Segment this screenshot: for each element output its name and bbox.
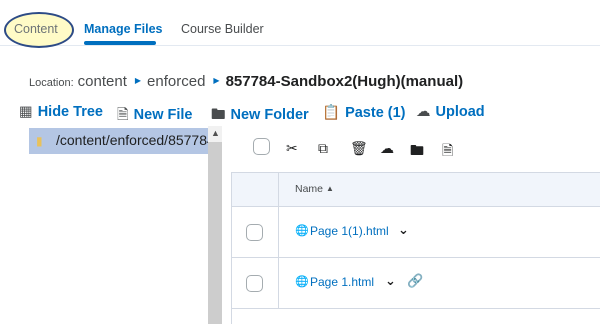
breadcrumb-item-content[interactable]: content xyxy=(78,73,127,90)
delete-trash-icon[interactable]: 🗑 xyxy=(350,140,368,157)
upload-cloud-icon[interactable]: ☁ xyxy=(380,140,394,157)
chevron-down-icon[interactable]: ⌄ xyxy=(385,273,396,289)
file-list-panel: ✂ ⧉ 🗑 ☁ 🖿 🗎 Name ▲ 🌐 Page 1(1).html ⌄ 🌐 P… xyxy=(222,126,600,324)
table-row: 🌐 Page 1.html ⌄ 🔗 xyxy=(232,258,600,309)
row-checkbox[interactable] xyxy=(246,224,263,241)
tab-manage-files[interactable]: Manage Files xyxy=(84,22,163,36)
name-header-label: Name xyxy=(295,183,324,195)
scrollbar-up-button[interactable]: ▲ xyxy=(208,126,222,142)
chevron-down-icon[interactable]: ⌄ xyxy=(398,222,409,238)
tree-item-label: /content/enforced/857784-Sandbox2(Hugh)(… xyxy=(56,132,208,148)
new-file-label: New File xyxy=(133,107,193,123)
new-folder-label: New Folder xyxy=(230,107,309,123)
upload-cloud-icon: ☁ xyxy=(416,104,431,120)
paste-button[interactable]: 📋 Paste (1) xyxy=(322,104,406,121)
breadcrumb-separator-icon: ▶ xyxy=(134,76,142,85)
copy-icon[interactable]: ⧉ xyxy=(318,140,328,157)
upload-label: Upload xyxy=(435,104,485,120)
hide-tree-icon: ▦ xyxy=(19,104,33,120)
tab-content[interactable]: Content xyxy=(14,22,58,36)
name-column-header[interactable]: Name ▲ xyxy=(295,183,334,195)
breadcrumb: Location: content ▶ enforced ▶ 857784-Sandbox… xyxy=(29,73,463,90)
paste-label: Paste (1) xyxy=(345,105,406,121)
edit-file-icon[interactable]: 🗎 xyxy=(442,140,453,164)
scroll-up-arrow-icon: ▲ xyxy=(211,128,220,138)
breadcrumb-separator-icon: ▶ xyxy=(213,76,220,85)
top-tab-bar: Content Manage Files Course Builder xyxy=(0,0,600,48)
column-divider xyxy=(278,173,279,207)
file-name-link[interactable]: Page 1.html xyxy=(310,275,374,289)
file-toolbar: ▦ Hide Tree 🗎 New File 🖿 New Folder 📋 Paste … xyxy=(0,104,600,124)
folder-icon: ▮ xyxy=(36,134,43,148)
folder-tree: ▮ /content/enforced/857784-Sandbox2(Hugh… xyxy=(0,126,222,324)
sort-ascending-icon: ▲ xyxy=(326,184,334,193)
hide-tree-button[interactable]: ▦ Hide Tree xyxy=(19,104,103,120)
link-icon[interactable]: 🔗 xyxy=(407,273,423,289)
paste-icon: 📋 xyxy=(322,105,341,121)
column-divider xyxy=(278,258,279,309)
tree-item-selected-folder[interactable]: ▮ /content/enforced/857784-Sandbox2(Hugh… xyxy=(29,128,208,154)
file-name-link[interactable]: Page 1(1).html xyxy=(310,224,389,238)
file-table: Name ▲ 🌐 Page 1(1).html ⌄ 🌐 Page 1.html ⌄… xyxy=(231,172,600,324)
active-tab-indicator xyxy=(84,41,156,45)
globe-icon: 🌐 xyxy=(295,225,309,237)
breadcrumb-current: 857784-Sandbox2(Hugh)(manual) xyxy=(225,73,464,90)
cut-icon[interactable]: ✂ xyxy=(286,140,298,157)
tree-scrollbar[interactable]: ▲ xyxy=(208,126,222,324)
breadcrumb-item-enforced[interactable]: enforced xyxy=(147,73,205,90)
row-checkbox[interactable] xyxy=(246,275,263,292)
column-divider xyxy=(278,207,279,258)
globe-icon: 🌐 xyxy=(295,276,309,288)
move-to-folder-icon[interactable]: 🖿 xyxy=(410,140,424,164)
upload-button[interactable]: ☁ Upload xyxy=(416,104,485,120)
tab-course-builder[interactable]: Course Builder xyxy=(181,22,264,36)
table-header-row: Name ▲ xyxy=(232,173,600,207)
hide-tree-label: Hide Tree xyxy=(37,104,103,120)
table-row: 🌐 Page 1(1).html ⌄ xyxy=(232,207,600,258)
select-all-checkbox[interactable] xyxy=(253,138,270,155)
location-label: Location: xyxy=(29,77,74,89)
